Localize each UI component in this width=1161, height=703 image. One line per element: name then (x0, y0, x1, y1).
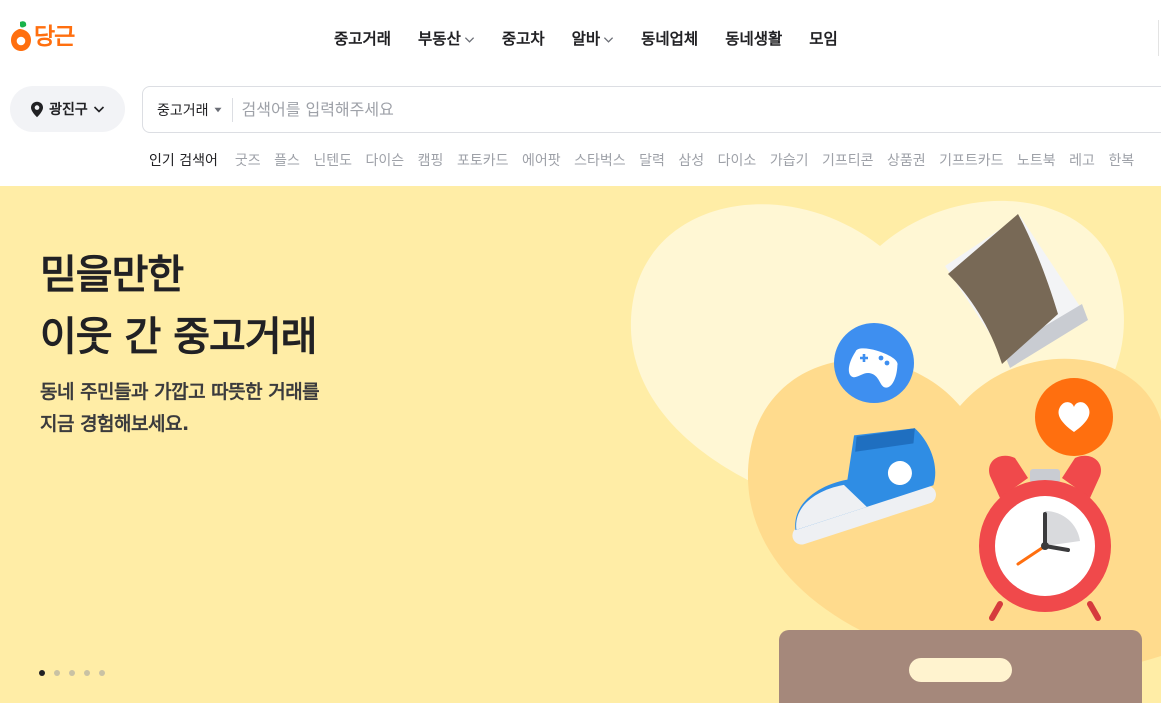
carrot-icon (11, 21, 31, 51)
popular-keyword[interactable]: 기프트카드 (939, 150, 1003, 170)
search-category-select[interactable]: 중고거래 (143, 97, 233, 122)
box-icon (779, 630, 1142, 703)
nav-item-meetup[interactable]: 모임 (809, 28, 838, 50)
top-navigation: 당근 중고거래 부동산 중고차 알바 동네업체 동네생활 모임 (0, 0, 1161, 78)
hero-subtitle-line1: 동네 주민들과 가깝고 따뜻한 거래를 (40, 381, 320, 403)
popular-keyword[interactable]: 달력 (639, 150, 665, 170)
popular-keyword[interactable]: 레고 (1069, 150, 1095, 170)
popular-keyword[interactable]: 삼성 (678, 150, 704, 170)
popular-keyword[interactable]: 굿즈 (235, 150, 261, 170)
popular-keyword[interactable]: 한복 (1108, 150, 1134, 170)
popular-keyword[interactable]: 닌텐도 (313, 150, 352, 170)
popular-searches-title: 인기 검색어 (149, 153, 218, 169)
chevron-down-icon (604, 36, 614, 43)
popular-keyword[interactable]: 상품권 (887, 150, 926, 170)
nav-item-neighborhood-life[interactable]: 동네생활 (725, 28, 782, 50)
carousel-dot[interactable] (39, 670, 45, 676)
nav-item-local-business[interactable]: 동네업체 (641, 28, 698, 50)
heart-icon (1035, 378, 1113, 456)
chevron-down-icon (464, 36, 474, 43)
nav-label: 부동산 (418, 30, 461, 48)
hero-subtitle-line2: 지금 경험해보세요. (40, 413, 189, 435)
main-nav: 중고거래 부동산 중고차 알바 동네업체 동네생활 모임 (334, 28, 865, 50)
search-category-label: 중고거래 (157, 102, 209, 119)
nav-label: 모임 (809, 30, 838, 48)
search-input[interactable] (241, 100, 942, 119)
popular-keyword[interactable]: 가습기 (770, 150, 809, 170)
popular-keyword[interactable]: 다이소 (718, 150, 757, 170)
carousel-dot[interactable] (69, 670, 75, 676)
nav-label: 동네업체 (641, 30, 699, 48)
popular-keyword[interactable]: 노트북 (1017, 150, 1056, 170)
logo-text: 당근 (34, 23, 75, 50)
nav-item-used-car[interactable]: 중고차 (502, 28, 545, 50)
map-pin-icon (31, 101, 44, 117)
location-selector[interactable]: 광진구 (10, 86, 125, 132)
popular-keyword[interactable]: 기프티콘 (822, 150, 874, 170)
game-controller-icon (834, 323, 914, 403)
search-bar: 중고거래 (142, 86, 1161, 133)
nav-label: 중고거래 (334, 30, 392, 48)
hero-title: 믿을만한 이웃 간 중고거래 (40, 244, 317, 368)
carousel-dot[interactable] (84, 670, 90, 676)
hero-banner: 믿을만한 이웃 간 중고거래 동네 주민들과 가깝고 따뜻한 거래를 지금 경험… (0, 186, 1161, 703)
popular-keyword[interactable]: 포토카드 (457, 150, 509, 170)
popular-keyword[interactable]: 에어팟 (522, 150, 561, 170)
chevron-down-icon (93, 106, 104, 113)
hero-title-line1: 믿을만한 (40, 252, 184, 298)
location-label: 광진구 (49, 102, 88, 118)
popular-keyword[interactable]: 플스 (274, 150, 300, 170)
carousel-dot[interactable] (54, 670, 60, 676)
popular-keyword[interactable]: 캠핑 (418, 150, 444, 170)
nav-item-used-trade[interactable]: 중고거래 (334, 28, 391, 50)
nav-label: 중고차 (501, 30, 545, 48)
carousel-dots (39, 670, 105, 676)
nav-label: 동네생활 (725, 30, 783, 48)
hero-title-line2: 이웃 간 중고거래 (40, 314, 317, 360)
carousel-dot[interactable] (99, 670, 105, 676)
hero-subtitle: 동네 주민들과 가깝고 따뜻한 거래를 지금 경험해보세요. (40, 376, 320, 440)
popular-keyword[interactable]: 다이슨 (366, 150, 405, 170)
nav-item-part-time-job[interactable]: 알바 (572, 28, 615, 50)
popular-searches: 인기 검색어 굿즈 플스 닌텐도 다이슨 캠핑 포토카드 에어팟 스타벅스 달력… (149, 150, 1148, 170)
nav-item-real-estate[interactable]: 부동산 (418, 28, 475, 50)
caret-down-icon (214, 107, 222, 112)
nav-label: 알바 (571, 30, 601, 48)
logo[interactable]: 당근 (10, 20, 75, 54)
popular-keyword[interactable]: 스타벅스 (574, 150, 626, 170)
